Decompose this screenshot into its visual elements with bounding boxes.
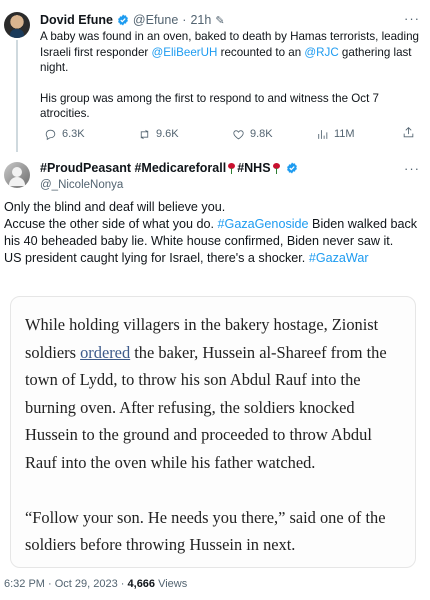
- pencil-icon: ✎: [215, 14, 225, 27]
- views-label: Views: [155, 578, 188, 590]
- author-handle[interactable]: @Efune: [133, 13, 178, 27]
- reply-button[interactable]: 6.3K: [44, 126, 85, 142]
- avatar[interactable]: [4, 162, 30, 188]
- attached-image[interactable]: While holding villagers in the bakery ho…: [10, 296, 416, 568]
- hashtag-link[interactable]: #GazaWar: [309, 251, 369, 265]
- verified-badge-icon: [286, 162, 297, 174]
- post-metadata: 6:32 PM · Oct 29, 2023 · 4,666 Views: [4, 578, 187, 590]
- tweet-text: A baby was found in an oven, baked to de…: [40, 30, 419, 120]
- image-link-text: ordered: [80, 342, 131, 362]
- reply-icon: [45, 129, 56, 140]
- action-bar: 6.3K 9.6K 9.8K 11M: [40, 126, 420, 142]
- tweet-text: Only the blind and deaf will believe you…: [4, 200, 418, 265]
- verified-badge-icon: [117, 14, 128, 26]
- views-button[interactable]: 11M: [316, 126, 355, 142]
- rose-icon: [227, 162, 236, 174]
- post-timestamp[interactable]: 6:32 PM · Oct 29, 2023 ·: [4, 578, 128, 590]
- repost-button[interactable]: 9.6K: [138, 126, 179, 142]
- mention-link[interactable]: @RJC: [304, 46, 338, 59]
- author-name[interactable]: Dovid Efune: [40, 13, 113, 27]
- thread-line: [16, 40, 18, 152]
- rose-icon: [272, 162, 281, 174]
- separator: ·: [182, 13, 187, 27]
- view-count: 4,666: [127, 578, 156, 590]
- tweet-header: Dovid Efune @Efune · 21h ✎: [40, 12, 225, 28]
- views-icon: [318, 129, 328, 139]
- mention-link[interactable]: @EliBeerUH: [151, 46, 217, 59]
- avatar[interactable]: [4, 12, 30, 38]
- like-button[interactable]: 9.8K: [232, 126, 273, 142]
- quoted-tweet[interactable]: Dovid Efune @Efune · 21h ✎ ··· A baby wa…: [0, 0, 430, 152]
- author-name[interactable]: #ProudPeasant #Medicareforall #NHS: [40, 161, 298, 175]
- hashtag-link[interactable]: #GazaGenoside: [218, 217, 309, 231]
- repost-icon: [140, 129, 149, 139]
- share-icon: [403, 127, 414, 138]
- share-button[interactable]: [402, 126, 415, 142]
- tweet-header: #ProudPeasant #Medicareforall #NHS @_Nic…: [0, 152, 430, 196]
- author-handle[interactable]: @_NicoleNonya: [40, 179, 123, 191]
- more-options-icon[interactable]: ···: [404, 161, 420, 176]
- like-icon: [233, 129, 244, 139]
- more-options-icon[interactable]: ···: [404, 11, 420, 26]
- post-time[interactable]: 21h: [190, 13, 211, 27]
